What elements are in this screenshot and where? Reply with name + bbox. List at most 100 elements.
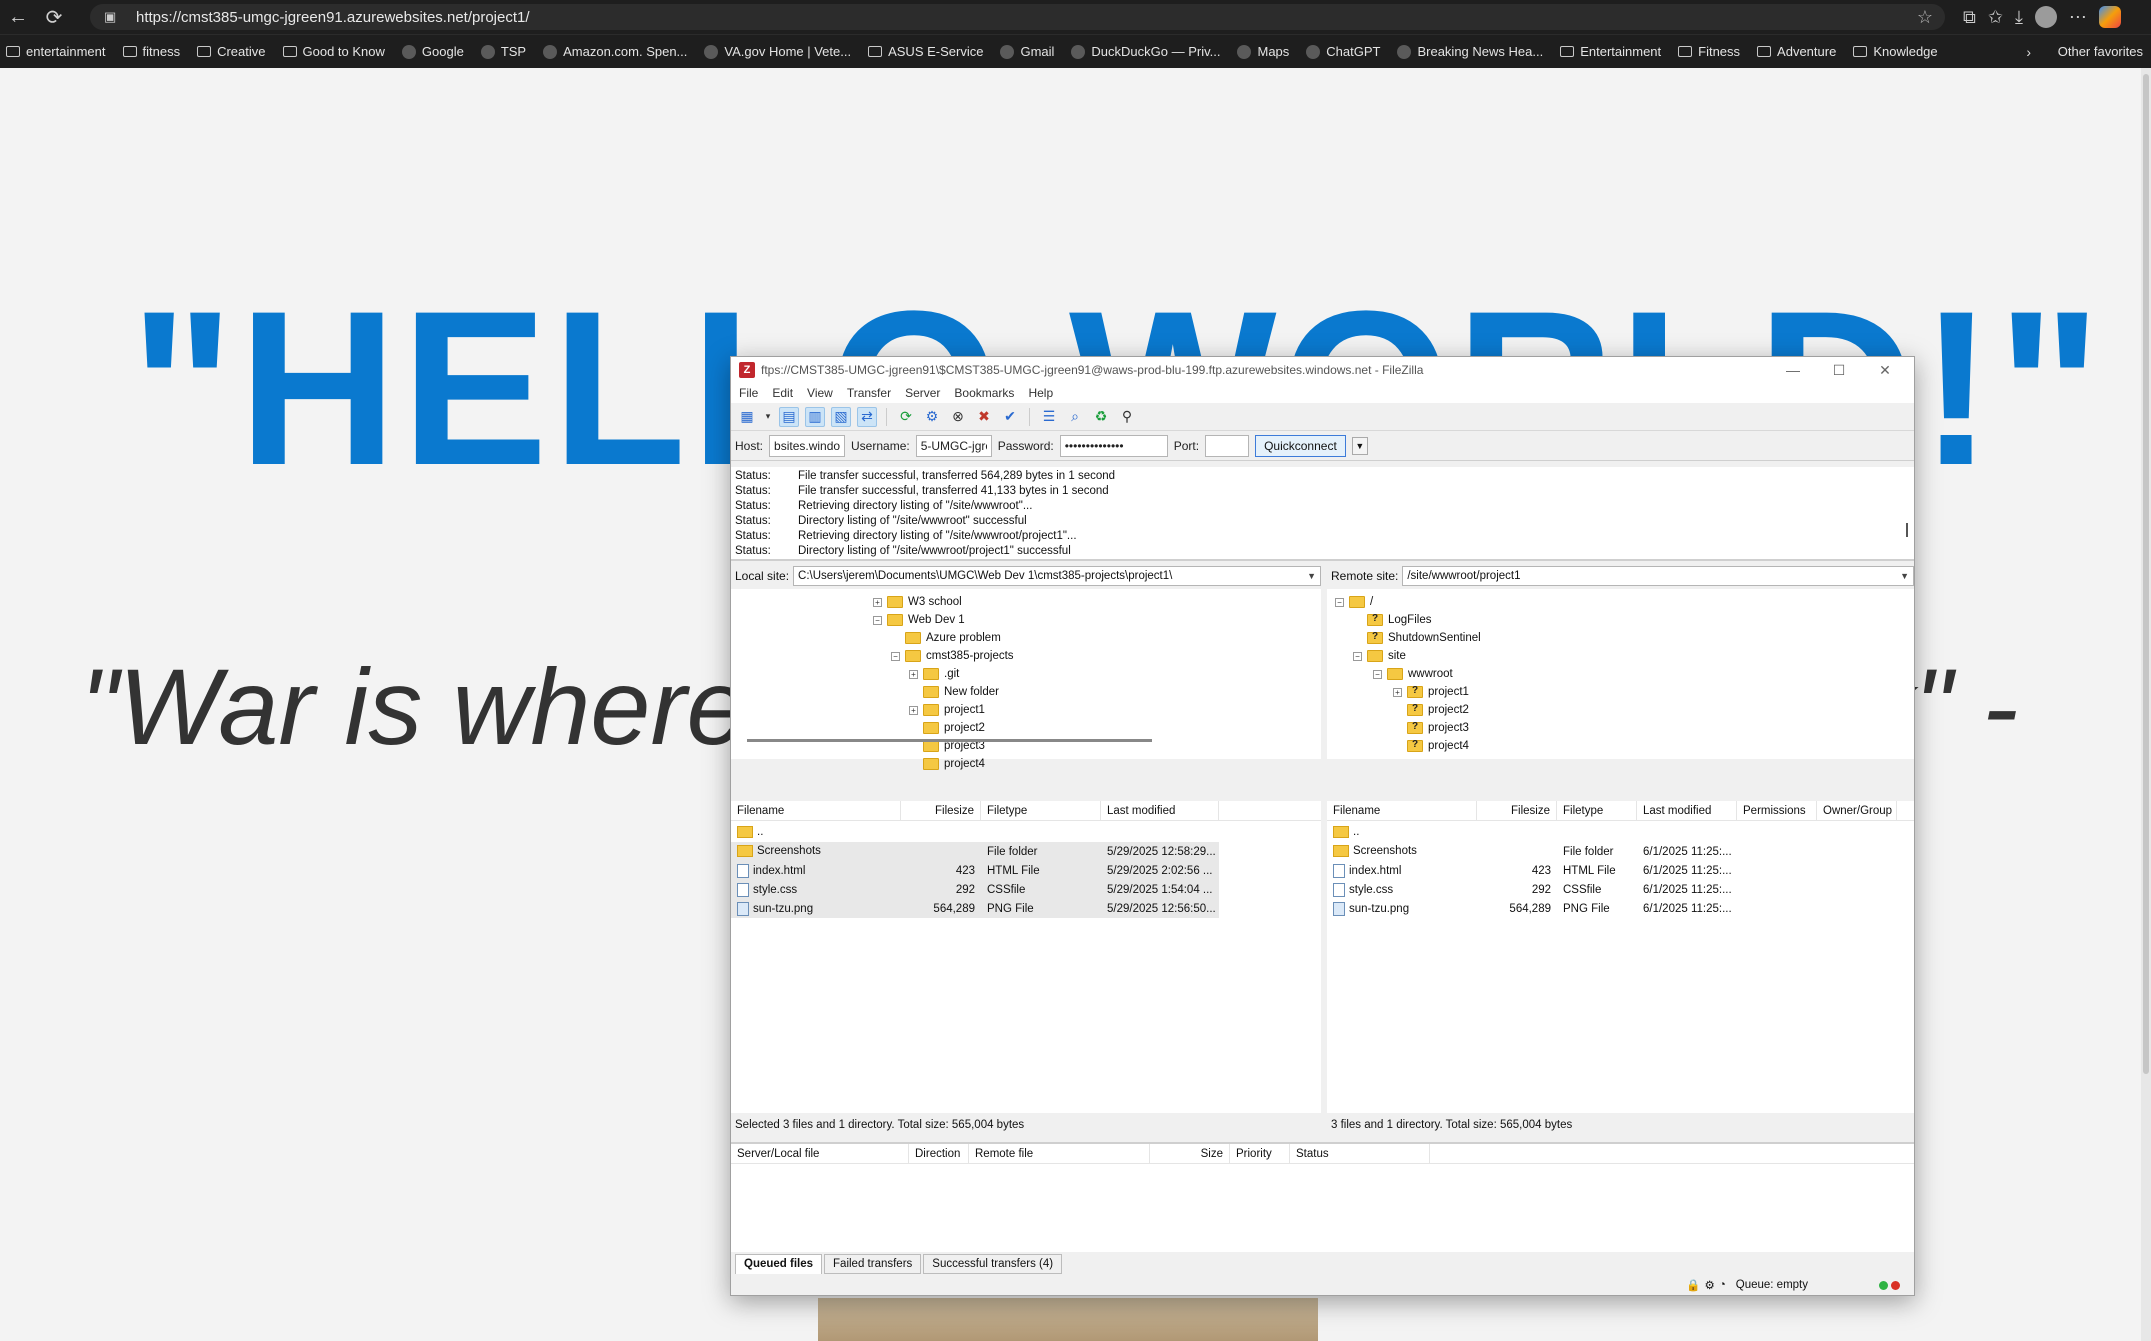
tree-item[interactable]: +project1 xyxy=(1393,683,1469,701)
host-field[interactable] xyxy=(769,434,846,457)
tree-item[interactable]: project4 xyxy=(909,755,985,773)
bookmark-item[interactable]: Knowledge xyxy=(1853,44,1938,59)
more-options-icon[interactable]: ⋯ xyxy=(2069,7,2087,28)
bookmark-item[interactable]: Gmail xyxy=(1000,44,1054,59)
bookmark-item[interactable]: Fitness xyxy=(1678,44,1740,59)
other-favorites[interactable]: Other favorites xyxy=(2058,44,2143,59)
filezilla-titlebar[interactable]: Z ftps://CMST385-UMGC-jgreen91\$CMST385-… xyxy=(731,357,1914,383)
tree-item[interactable]: project2 xyxy=(1393,701,1469,719)
close-icon[interactable]: ✕ xyxy=(1862,357,1908,383)
chevron-down-icon[interactable]: ▼ xyxy=(1900,571,1909,581)
queue-column[interactable]: Status xyxy=(1290,1143,1430,1164)
tab-failed[interactable]: Failed transfers xyxy=(824,1254,922,1274)
chevron-right-icon[interactable]: › xyxy=(2026,44,2031,60)
expand-icon[interactable]: + xyxy=(873,597,882,607)
bookmark-item[interactable]: VA.gov Home | Vete... xyxy=(704,44,851,59)
quickconnect-button[interactable]: Quickconnect xyxy=(1255,434,1346,457)
local-tree[interactable]: + W3 school − Web Dev 1 Azure problem − cmst38… xyxy=(731,589,1321,770)
bookmark-item[interactable]: Entertainment xyxy=(1560,44,1661,59)
bookmark-item[interactable]: fitness xyxy=(122,44,180,59)
reconnect-icon[interactable]: ✔ xyxy=(1000,407,1020,427)
toggle-log-icon[interactable]: ▤ xyxy=(779,406,799,427)
username-field[interactable] xyxy=(915,434,992,457)
tree-item[interactable]: − site xyxy=(1353,647,1406,665)
column-lastmodified[interactable]: Last modified xyxy=(1101,800,1219,821)
menu-view[interactable]: View xyxy=(807,386,833,400)
tree-item[interactable]: project2 xyxy=(909,719,985,737)
expand-icon[interactable]: + xyxy=(1393,687,1402,697)
minimize-icon[interactable]: — xyxy=(1770,357,1816,383)
site-manager-dropdown-icon[interactable]: ▾ xyxy=(763,407,773,427)
queue-column[interactable]: Priority xyxy=(1230,1143,1290,1164)
menu-transfer[interactable]: Transfer xyxy=(847,386,891,400)
toggle-queue-icon[interactable]: ⇄ xyxy=(857,406,877,427)
tree-item[interactable]: Azure problem xyxy=(891,629,1001,647)
local-tree-hscroll[interactable] xyxy=(747,739,1152,742)
bookmark-item[interactable]: DuckDuckGo — Priv... xyxy=(1071,44,1220,59)
file-row[interactable]: .. xyxy=(731,823,1219,842)
tree-item[interactable]: project4 xyxy=(1393,737,1469,755)
favorites-icon[interactable]: ✩ xyxy=(1988,7,2003,28)
site-info-icon[interactable]: ▣ xyxy=(104,9,124,25)
collapse-icon[interactable]: − xyxy=(1353,651,1362,661)
column-filename[interactable]: Filename xyxy=(731,800,901,821)
bookmark-item[interactable]: Adventure xyxy=(1757,44,1836,59)
address-bar[interactable]: ▣ https://cmst385-umgc-jgreen91.azureweb… xyxy=(90,4,1945,30)
extensions-icon[interactable]: ⧉ xyxy=(1963,7,1976,28)
tree-item[interactable]: ShutdownSentinel xyxy=(1353,629,1481,647)
collapse-icon[interactable]: − xyxy=(1335,597,1344,607)
column-filesize[interactable]: Filesize xyxy=(1477,800,1557,821)
file-row[interactable]: Screenshots File folder 6/1/2025 11:25:... xyxy=(1327,842,1914,861)
menu-help[interactable]: Help xyxy=(1028,386,1053,400)
toggle-local-tree-icon[interactable]: ▥ xyxy=(805,406,825,427)
page-scrollbar[interactable] xyxy=(2141,68,2151,1341)
remote-file-list[interactable]: Filename Filesize Filetype Last modified Per… xyxy=(1327,800,1914,1113)
tree-item[interactable]: − wwwroot xyxy=(1373,665,1453,683)
search-remote-files-icon[interactable]: ⚲ xyxy=(1117,407,1137,427)
expand-icon[interactable]: + xyxy=(909,669,918,679)
bookmark-item[interactable]: Google xyxy=(401,44,464,59)
log-scrollbar[interactable] xyxy=(1906,523,1908,537)
column-filetype[interactable]: Filetype xyxy=(1557,800,1637,821)
password-field[interactable] xyxy=(1059,434,1168,457)
column-permissions[interactable]: Permissions xyxy=(1737,800,1817,821)
tree-item[interactable]: + W3 school xyxy=(873,593,962,611)
column-lastmodified[interactable]: Last modified xyxy=(1637,800,1737,821)
bookmark-item[interactable]: Maps xyxy=(1237,44,1289,59)
file-row[interactable]: sun-tzu.png 564,289 PNG File 6/1/2025 11:25… xyxy=(1327,899,1914,918)
profile-avatar[interactable] xyxy=(2034,6,2057,28)
file-row[interactable]: Screenshots File folder 5/29/2025 12:58:29… xyxy=(731,842,1219,861)
maximize-icon[interactable]: ☐ xyxy=(1816,357,1862,383)
queue-column[interactable]: Direction xyxy=(909,1143,969,1164)
collapse-icon[interactable]: − xyxy=(873,615,882,625)
chevron-down-icon[interactable]: ▼ xyxy=(1307,571,1316,581)
local-file-list[interactable]: Filename Filesize Filetype Last modified.. S… xyxy=(731,800,1321,1113)
bookmark-item[interactable]: ASUS E-Service xyxy=(868,44,983,59)
column-filesize[interactable]: Filesize xyxy=(901,800,981,821)
bookmark-item[interactable]: Creative xyxy=(197,44,266,59)
menu-bookmarks[interactable]: Bookmarks xyxy=(954,386,1014,400)
refresh-icon[interactable]: ⟳ xyxy=(896,407,916,427)
file-row[interactable]: .. xyxy=(1327,823,1914,842)
menu-server[interactable]: Server xyxy=(905,386,940,400)
tree-item[interactable]: +project1 xyxy=(909,701,985,719)
column-filetype[interactable]: Filetype xyxy=(981,800,1101,821)
transfer-queue[interactable]: Server/Local file Direction Remote file Siz… xyxy=(731,1142,1914,1252)
back-icon[interactable]: ← xyxy=(0,0,36,34)
toggle-remote-tree-icon[interactable]: ▧ xyxy=(831,406,851,427)
menu-edit[interactable]: Edit xyxy=(772,386,793,400)
bookmark-item[interactable]: Amazon.com. Spen... xyxy=(543,44,687,59)
column-ownergroup[interactable]: Owner/Group xyxy=(1817,800,1897,821)
copilot-icon[interactable] xyxy=(2098,6,2121,28)
file-row[interactable]: style.css 292 CSSfile 6/1/2025 11:25:... xyxy=(1327,880,1914,899)
quickconnect-history-icon[interactable]: ▼ xyxy=(1351,436,1368,455)
process-queue-icon[interactable]: ⚙ xyxy=(922,407,942,427)
bookmark-item[interactable]: Good to Know xyxy=(282,44,385,59)
site-manager-icon[interactable]: ▦ xyxy=(737,407,757,427)
file-row[interactable]: index.html 423 HTML File 6/1/2025 11:25:... xyxy=(1327,861,1914,880)
cancel-icon[interactable]: ⊗ xyxy=(948,407,968,427)
queue-column[interactable]: Size xyxy=(1150,1143,1230,1164)
tree-item[interactable]: − / xyxy=(1335,593,1373,611)
menu-file[interactable]: File xyxy=(739,386,758,400)
downloads-icon[interactable]: ⤓ xyxy=(2015,7,2023,28)
